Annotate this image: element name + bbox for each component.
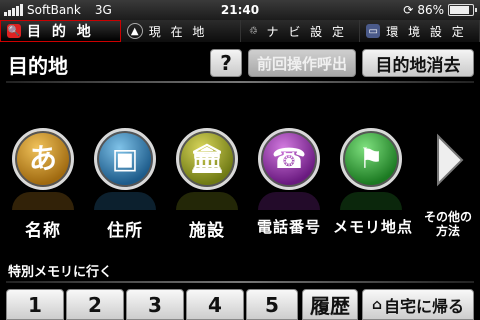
method-memory-point[interactable]: ⚑ メモリ地点: [333, 128, 414, 237]
clear-destination-button[interactable]: 目的地消去: [362, 49, 474, 77]
top-tab-bar: 🔍 目 的 地 ▲ 現 在 地 ♲ ナ ビ 設 定 ▭ 環 境 設 定: [0, 20, 480, 42]
phone-icon: ☎: [258, 128, 320, 190]
battery-icon: [448, 4, 477, 16]
kana-icon: あ: [12, 128, 74, 190]
page-title: 目的地: [8, 54, 68, 78]
memory-section-label: 特別メモリに行く: [8, 265, 113, 280]
method-label-line2: 方法: [435, 224, 460, 238]
page-header: 目的地 ? 前回操作呼出 目的地消去: [0, 42, 480, 82]
memory-slot-1-button[interactable]: 1: [6, 289, 64, 320]
facility-icon: 🏛: [176, 128, 238, 190]
icon-reflection: [258, 192, 320, 210]
method-label: 施設: [189, 221, 225, 241]
method-label: メモリ地点: [333, 218, 414, 236]
icon-reflection: [176, 192, 238, 210]
method-name[interactable]: あ 名称: [5, 128, 81, 241]
tab-current-location[interactable]: ▲ 現 在 地: [120, 20, 241, 42]
divider: [6, 81, 474, 83]
method-label: 電話番号: [256, 218, 321, 236]
icon-reflection: [94, 192, 156, 210]
kana-glyph: あ: [28, 142, 57, 175]
tab-label: 環 境 設 定: [386, 24, 467, 39]
method-label-line1: その他の: [423, 210, 472, 224]
memory-buttons: 1 2 3 4 5 履歴 ⌂ 自宅に帰る: [0, 289, 480, 320]
facility-glyph: 🏛: [189, 142, 225, 175]
lock-rotation-icon: ⟳: [403, 3, 414, 17]
status-bar: SoftBank 3G 21:40 ⟳ 86%: [0, 0, 480, 20]
method-phone[interactable]: ☎ 電話番号: [251, 128, 327, 237]
memory-slot-2-button[interactable]: 2: [66, 289, 124, 320]
recall-previous-button[interactable]: 前回操作呼出: [248, 49, 356, 77]
method-facility[interactable]: 🏛 施設: [169, 128, 245, 241]
tab-label: 現 在 地: [148, 24, 208, 39]
go-home-button[interactable]: ⌂ 自宅に帰る: [362, 289, 474, 320]
flag-icon: ⚑: [340, 128, 402, 190]
battery-percent: 86%: [417, 3, 444, 17]
phone-glyph: ☎: [271, 142, 307, 175]
tab-label: 目 的 地: [27, 24, 94, 40]
compass-icon: ▲: [126, 23, 143, 39]
tab-destination[interactable]: 🔍 目 的 地: [0, 20, 121, 42]
flag-glyph: ⚑: [358, 142, 384, 175]
memory-slot-4-button[interactable]: 4: [186, 289, 244, 320]
chevron-right-icon: [437, 133, 464, 187]
icon-reflection: [12, 192, 74, 210]
memory-slot-5-button[interactable]: 5: [246, 289, 298, 320]
search-methods: あ 名称 ▣ 住所 🏛 施設 ☎ 電話番号 ⚑ メモリ地点 その他の 方法: [0, 128, 480, 248]
help-button[interactable]: ?: [210, 49, 242, 77]
tab-navi-settings[interactable]: ♲ ナ ビ 設 定: [240, 20, 361, 42]
address-icon: ▣: [94, 128, 156, 190]
tab-label: ナ ビ 設 定: [266, 24, 347, 39]
method-other[interactable]: その他の 方法: [410, 128, 480, 238]
method-label: 住所: [107, 221, 143, 241]
home-icon: ⌂: [371, 296, 382, 313]
memory-slot-3-button[interactable]: 3: [126, 289, 184, 320]
search-icon: 🔍: [7, 24, 21, 38]
settings-card-icon: ▭: [366, 24, 381, 38]
tab-environment-settings[interactable]: ▭ 環 境 設 定: [360, 20, 480, 42]
icon-reflection: [340, 192, 402, 210]
method-label: 名称: [25, 221, 61, 241]
history-button[interactable]: 履歴: [302, 289, 358, 320]
divider: [6, 281, 474, 283]
go-home-label: 自宅に帰る: [384, 296, 465, 316]
status-right: ⟳ 86%: [403, 0, 477, 20]
route-icon: ♲: [249, 25, 258, 37]
method-address[interactable]: ▣ 住所: [87, 128, 163, 241]
address-glyph: ▣: [111, 142, 139, 175]
